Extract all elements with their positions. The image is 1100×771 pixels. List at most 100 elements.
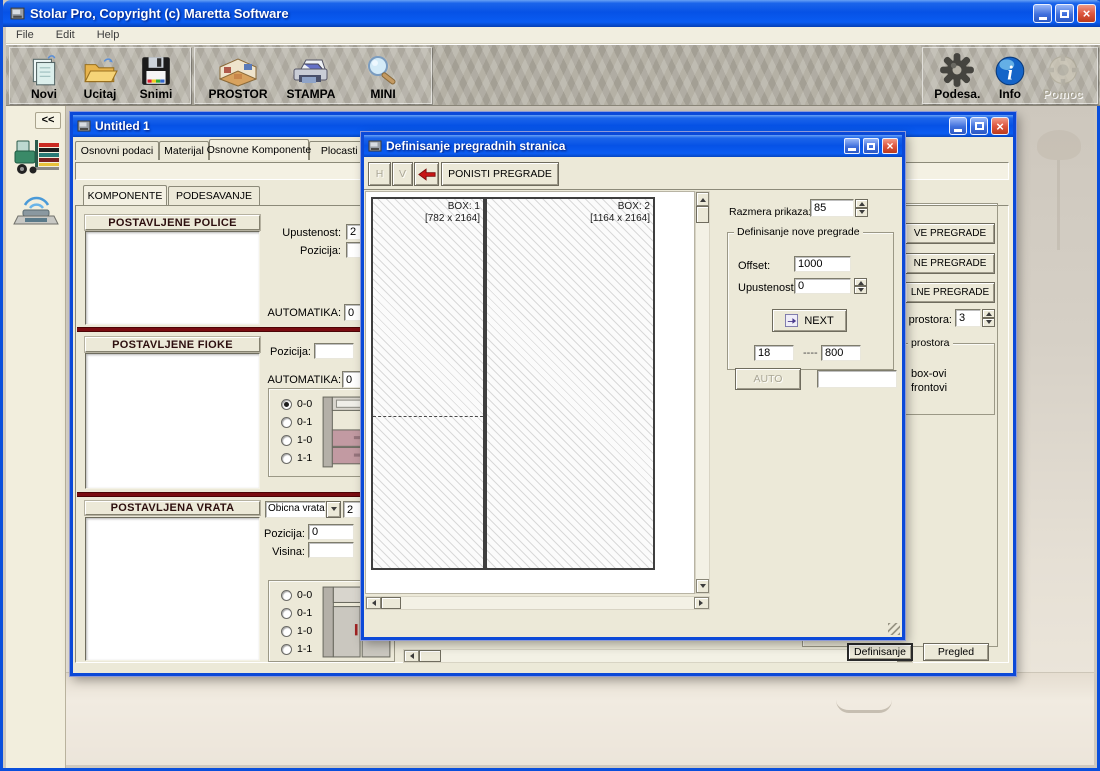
vrata-radio-00[interactable]: 0-0 <box>281 589 312 601</box>
maximize-icon <box>1060 10 1069 18</box>
untitled-minimize-button[interactable] <box>949 117 967 135</box>
resize-grip[interactable] <box>888 623 900 635</box>
section-divider <box>77 327 395 332</box>
pregrade-button-1[interactable]: VE PREGRADE <box>905 223 995 244</box>
pregled-button[interactable]: Pregled <box>923 643 989 661</box>
podesa-button[interactable]: Podesa. <box>929 49 986 101</box>
partition-canvas[interactable]: BOX: 1 [782 x 2164] BOX: 2 [1164 x 2164] <box>365 191 695 594</box>
tab-osnovne-komponente[interactable]: Osnovne Komponente <box>209 139 309 160</box>
spin-down-icon[interactable] <box>854 286 867 294</box>
vrata-radio-01[interactable]: 0-1 <box>281 607 312 619</box>
spin-down-icon[interactable] <box>982 318 995 327</box>
box1-shape[interactable]: BOX: 1 [782 x 2164] <box>371 197 485 570</box>
pomoc-button[interactable]: Pomoc <box>1034 49 1091 101</box>
scroll-left-icon[interactable] <box>366 597 381 609</box>
untitled-maximize-button[interactable] <box>970 117 988 135</box>
scroll-up-icon[interactable] <box>696 192 709 206</box>
ponisti-pregrade-button[interactable]: PONISTI PREGRADE <box>441 162 559 186</box>
dialog-toolbar: H V PONISTI PREGRADE <box>364 157 902 190</box>
vrata-visina-input[interactable] <box>308 542 354 558</box>
pregrade-button-2[interactable]: NE PREGRADE <box>905 253 995 274</box>
fioke-automatika-label: AUTOMATIKA: <box>231 374 341 386</box>
upustenost-input[interactable] <box>794 278 851 294</box>
scanner-button[interactable] <box>12 188 62 230</box>
spin-up-icon[interactable] <box>982 309 995 318</box>
scroll-right-icon[interactable] <box>694 597 709 609</box>
left-sidebar: << <box>6 106 66 768</box>
minimize-icon <box>1039 17 1047 20</box>
upustenost-spinner[interactable] <box>854 278 867 294</box>
pregrade-dialog: Definisanje pregradnih stranica × H V PO… <box>361 132 905 640</box>
prostora-input[interactable] <box>955 309 981 327</box>
scrollbar-thumb[interactable] <box>419 650 441 662</box>
vrata-radio-10[interactable]: 1-0 <box>281 625 312 637</box>
dialog-maximize-button[interactable] <box>863 138 879 154</box>
close-button[interactable]: × <box>1077 4 1096 23</box>
dialog-minimize-button[interactable] <box>844 138 860 154</box>
auto-value-input[interactable] <box>817 370 897 388</box>
minimize-button[interactable] <box>1033 4 1052 23</box>
offset-input[interactable] <box>794 256 851 272</box>
tab-podesavanje[interactable]: PODESAVANJE <box>168 186 260 205</box>
stampa-button[interactable]: STAMPA <box>275 49 347 101</box>
novi-button[interactable]: Novi <box>16 49 72 101</box>
maximize-button[interactable] <box>1055 4 1074 23</box>
nova-pregrada-group-label: Definisanje nove pregrade <box>734 226 863 238</box>
maximize-icon <box>867 143 875 150</box>
snimi-button[interactable]: Snimi <box>128 49 184 101</box>
scrollbar-thumb[interactable] <box>381 597 401 609</box>
auto-button[interactable]: AUTO <box>735 368 801 390</box>
menu-edit[interactable]: Edit <box>56 29 75 41</box>
chevron-down-icon[interactable] <box>326 501 341 518</box>
vrata-pozicija-input[interactable] <box>308 524 354 540</box>
fioke-pozicija-input[interactable] <box>314 343 354 359</box>
forklift-button[interactable] <box>12 134 62 180</box>
next-button[interactable]: NEXT <box>772 309 847 332</box>
forklift-icon <box>12 134 62 180</box>
razmera-input[interactable] <box>810 199 854 217</box>
horizontal-scrollbar[interactable] <box>403 649 913 663</box>
prostora-spinner[interactable] <box>982 309 995 327</box>
background-cabinet-shape <box>66 672 1094 765</box>
undo-partition-button[interactable] <box>414 162 439 186</box>
dialog-close-button[interactable]: × <box>882 138 898 154</box>
vrata-type-dropdown[interactable]: Obicna vrata <box>265 501 341 518</box>
window-title: Stolar Pro, Copyright (c) Maretta Softwa… <box>30 6 1030 21</box>
info-icon: i <box>993 54 1027 88</box>
canvas-vscrollbar[interactable] <box>695 191 710 594</box>
range-min-input[interactable] <box>754 345 794 361</box>
range-max-input[interactable] <box>821 345 861 361</box>
prostor-button[interactable]: PROSTOR <box>201 49 275 101</box>
spin-up-icon[interactable] <box>855 199 868 208</box>
menu-file[interactable]: File <box>16 29 34 41</box>
spin-up-icon[interactable] <box>854 278 867 286</box>
ucitaj-button[interactable]: Ucitaj <box>72 49 128 101</box>
scroll-left-icon[interactable] <box>404 650 419 662</box>
fioke-radio-01[interactable]: 0-1 <box>281 416 312 428</box>
box1-label: BOX: 1 [782 x 2164] <box>425 201 480 225</box>
tab-osnovni-podaci[interactable]: Osnovni podaci <box>75 141 159 160</box>
close-icon: × <box>886 140 893 152</box>
pregrade-button-3[interactable]: LNE PREGRADE <box>905 282 995 303</box>
tab-komponente[interactable]: KOMPONENTE <box>83 185 167 205</box>
fioke-radio-00[interactable]: 0-0 <box>281 398 312 410</box>
vertical-split-button[interactable]: V <box>392 162 413 186</box>
scroll-down-icon[interactable] <box>696 579 709 593</box>
menu-help[interactable]: Help <box>97 29 120 41</box>
sidebar-collapse-button[interactable]: << <box>35 112 61 129</box>
info-button[interactable]: i Info <box>986 49 1035 101</box>
mini-button[interactable]: MINI <box>347 49 419 101</box>
scrollbar-thumb[interactable] <box>696 206 709 223</box>
tab-materijal[interactable]: Materijal <box>159 141 209 160</box>
fioke-radio-10[interactable]: 1-0 <box>281 434 312 446</box>
vrata-radio-11[interactable]: 1-1 <box>281 643 312 655</box>
untitled-close-button[interactable]: × <box>991 117 1009 135</box>
horizontal-split-button[interactable]: H <box>368 162 391 186</box>
fioke-radio-11[interactable]: 1-1 <box>281 452 312 464</box>
spin-down-icon[interactable] <box>855 208 868 217</box>
box2-shape[interactable]: BOX: 2 [1164 x 2164] <box>485 197 655 570</box>
canvas-hscrollbar[interactable] <box>365 596 710 610</box>
vrata-listbox[interactable] <box>85 517 260 661</box>
razmera-spinner[interactable] <box>855 199 868 217</box>
definisanje-button[interactable]: Definisanje <box>847 643 913 661</box>
